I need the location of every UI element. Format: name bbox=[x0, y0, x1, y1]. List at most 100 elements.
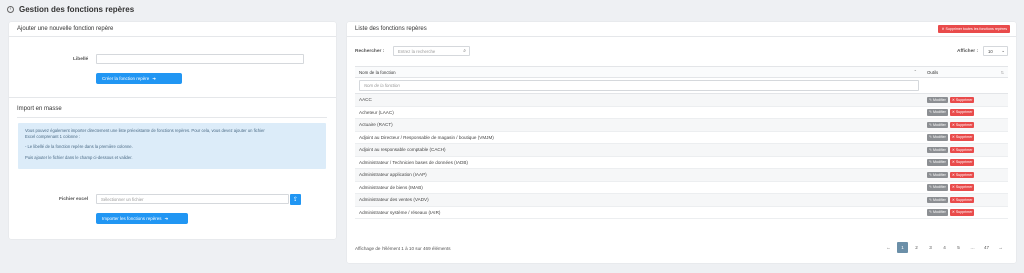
divider bbox=[17, 117, 327, 118]
list-card-head: Liste des fonctions repères ✕ Supprimer … bbox=[347, 22, 1016, 37]
pagination-page[interactable]: 2 bbox=[911, 242, 922, 253]
delete-button[interactable]: ✕ Supprimer bbox=[949, 159, 975, 166]
delete-button[interactable]: ✕ Supprimer bbox=[949, 121, 975, 128]
delete-label: Supprimer bbox=[955, 122, 973, 127]
page-title: Gestion des fonctions repères bbox=[19, 4, 135, 14]
table-row: Administrateur application (IAAP) ✎ Modifi… bbox=[355, 169, 1008, 182]
column-header-name[interactable]: Nom de la fonction ⌃ bbox=[355, 68, 923, 75]
delete-label: Supprimer bbox=[955, 172, 973, 177]
pagination-prev[interactable]: ← bbox=[883, 242, 894, 253]
delete-button[interactable]: ✕ Supprimer bbox=[949, 96, 975, 103]
modify-button[interactable]: ✎ Modifier bbox=[927, 109, 948, 116]
modify-label: Modifier bbox=[933, 122, 946, 127]
delete-label: Supprimer bbox=[955, 197, 973, 202]
pagination-page[interactable]: 1 bbox=[897, 242, 908, 253]
modify-button[interactable]: ✎ Modifier bbox=[927, 171, 948, 178]
table-body: AACC ✎ Modifier ✕ Supprimer Acheteur (LAAC) ✎ M… bbox=[355, 94, 1008, 219]
table-row: Adjoint au Directeur / Responsable de ma… bbox=[355, 132, 1008, 144]
delete-button[interactable]: ✕ Supprimer bbox=[949, 209, 975, 216]
edit-icon: ✎ bbox=[929, 122, 933, 127]
delete-button[interactable]: ✕ Supprimer bbox=[949, 146, 975, 153]
column-header-tools[interactable]: Outils ⇅ bbox=[923, 70, 1008, 75]
pagination-page[interactable]: 5 bbox=[953, 242, 964, 253]
page-size-select[interactable]: 10 ⌄ bbox=[983, 46, 1008, 56]
edit-icon: ✎ bbox=[929, 97, 933, 102]
pagination-page[interactable]: 47 bbox=[981, 242, 992, 253]
function-name: Adjoint au responsable comptable (CACH) bbox=[359, 147, 446, 153]
modify-label: Modifier bbox=[933, 185, 946, 190]
table-row: Acheteur (LAAC) ✎ Modifier ✕ Supprimer bbox=[355, 107, 1008, 119]
import-title: Import en masse bbox=[17, 106, 62, 112]
row-tools: ✎ Modifier ✕ Supprimer bbox=[923, 196, 1008, 203]
modify-button[interactable]: ✎ Modifier bbox=[927, 146, 948, 153]
function-name: Administrateur application (IAAP) bbox=[359, 172, 427, 178]
modify-button[interactable]: ✎ Modifier bbox=[927, 96, 948, 103]
row-tools: ✎ Modifier ✕ Supprimer bbox=[923, 96, 1008, 103]
modify-label: Modifier bbox=[933, 110, 946, 115]
table-row: Administrateur de biens (IMAB) ✎ Modifier ✕… bbox=[355, 182, 1008, 194]
chevron-left-icon[interactable]: ‹ bbox=[7, 5, 14, 13]
sort-desc-icon: ⌃ bbox=[913, 68, 917, 74]
edit-icon: ✎ bbox=[929, 197, 933, 202]
libelle-input[interactable] bbox=[96, 54, 304, 64]
libelle-label: Libellé bbox=[73, 57, 89, 62]
table-header: Nom de la fonction ⌃ Outils ⇅ bbox=[355, 66, 1008, 78]
list-card-title: Liste des fonctions repères bbox=[355, 26, 427, 32]
edit-icon: ✎ bbox=[929, 185, 933, 190]
search-input[interactable]: Entrez la recherche ⌕ bbox=[393, 46, 470, 56]
pagination-next[interactable]: → bbox=[995, 242, 1006, 253]
close-icon: ✕ bbox=[951, 197, 955, 202]
delete-button[interactable]: ✕ Supprimer bbox=[949, 134, 975, 141]
pagination-page[interactable]: 4 bbox=[939, 242, 950, 253]
modify-button[interactable]: ✎ Modifier bbox=[927, 121, 948, 128]
delete-button[interactable]: ✕ Supprimer bbox=[949, 171, 975, 178]
modify-button[interactable]: ✎ Modifier bbox=[927, 134, 948, 141]
close-icon: ✕ bbox=[941, 27, 945, 31]
delete-button[interactable]: ✕ Supprimer bbox=[949, 184, 975, 191]
close-icon: ✕ bbox=[951, 185, 955, 190]
modify-button[interactable]: ✎ Modifier bbox=[927, 196, 948, 203]
table-row: Adjoint au responsable comptable (CACH) ✎… bbox=[355, 144, 1008, 157]
search-placeholder: Entrez la recherche bbox=[398, 48, 436, 54]
name-filter-input[interactable]: Nom de la fonction bbox=[359, 80, 919, 91]
sort-icon: ⇅ bbox=[1000, 69, 1004, 75]
delete-button[interactable]: ✕ Supprimer bbox=[949, 109, 975, 116]
edit-icon: ✎ bbox=[929, 135, 933, 140]
modify-label: Modifier bbox=[933, 172, 946, 177]
create-function-button[interactable]: Créer la fonction repère ➜ bbox=[96, 73, 182, 84]
close-icon: ✕ bbox=[951, 135, 955, 140]
upload-icon[interactable]: ⇪ bbox=[290, 194, 301, 205]
delete-all-button[interactable]: ✕ Supprimer toutes les fonctions repères bbox=[938, 25, 1010, 33]
row-tools: ✎ Modifier ✕ Supprimer bbox=[923, 159, 1008, 166]
delete-button[interactable]: ✕ Supprimer bbox=[949, 196, 975, 203]
modify-button[interactable]: ✎ Modifier bbox=[927, 184, 948, 191]
pagination-ellipsis: … bbox=[970, 245, 975, 250]
import-functions-button[interactable]: Importer les fonctions repères ➜ bbox=[96, 213, 188, 224]
file-input[interactable]: Sélectionner un fichier bbox=[96, 194, 289, 204]
modify-label: Modifier bbox=[933, 135, 946, 140]
edit-icon: ✎ bbox=[929, 160, 933, 165]
search-icon: ⌕ bbox=[463, 48, 466, 54]
delete-label: Supprimer bbox=[955, 185, 973, 190]
function-name: AACC bbox=[359, 97, 372, 103]
functions-table: Nom de la fonction ⌃ Outils ⇅ Nom de la … bbox=[355, 66, 1008, 219]
col-tools-label: Outils bbox=[927, 69, 939, 75]
arrow-right-icon: ➜ bbox=[164, 215, 169, 221]
edit-icon: ✎ bbox=[929, 210, 933, 215]
row-tools: ✎ Modifier ✕ Supprimer bbox=[923, 134, 1008, 141]
close-icon: ✕ bbox=[951, 97, 955, 102]
arrow-right-icon: ➜ bbox=[152, 75, 157, 81]
modify-label: Modifier bbox=[933, 97, 946, 102]
modify-button[interactable]: ✎ Modifier bbox=[927, 209, 948, 216]
modify-label: Modifier bbox=[933, 160, 946, 165]
row-tools: ✎ Modifier ✕ Supprimer bbox=[923, 109, 1008, 116]
close-icon: ✕ bbox=[951, 110, 955, 115]
divider bbox=[9, 97, 336, 98]
pagination-page[interactable]: 3 bbox=[925, 242, 936, 253]
footer-info: Affichage de l'élément 1 à 10 sur 469 él… bbox=[355, 246, 451, 251]
info-line: Excel comprenant 1 colonne : bbox=[25, 134, 81, 140]
delete-label: Supprimer bbox=[955, 210, 973, 215]
row-tools: ✎ Modifier ✕ Supprimer bbox=[923, 146, 1008, 153]
modify-button[interactable]: ✎ Modifier bbox=[927, 159, 948, 166]
table-row: Administrateur système / réseaux (IAIR) ✎… bbox=[355, 207, 1008, 219]
